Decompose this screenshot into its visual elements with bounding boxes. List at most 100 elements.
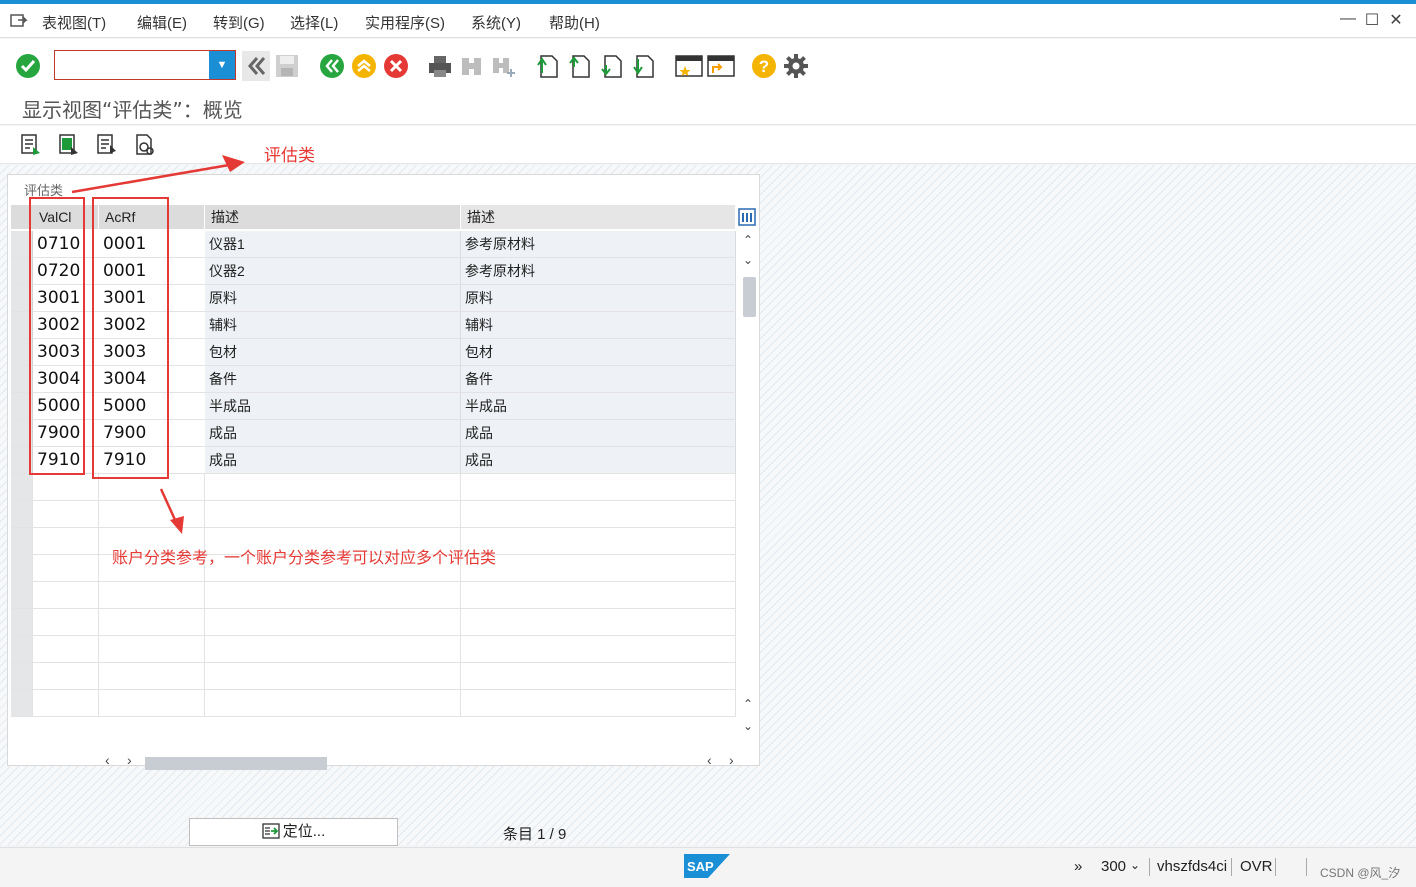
vertical-scrollbar[interactable]: ⌃ ⌄ ⌃ ⌄ xyxy=(741,231,757,743)
prev-page-icon[interactable] xyxy=(567,53,593,79)
cell-desc2[interactable]: 包材 xyxy=(461,339,736,366)
empty-cell xyxy=(11,582,33,609)
help-icon[interactable]: ? xyxy=(751,53,777,79)
scroll-page-down-icon[interactable]: ⌄ xyxy=(743,719,753,733)
svg-text:?: ? xyxy=(759,57,769,76)
scroll-far-right-icon[interactable]: › xyxy=(729,752,734,768)
empty-cell xyxy=(205,609,461,636)
column-header-desc1[interactable]: 描述 xyxy=(205,205,461,229)
change-display-icon[interactable] xyxy=(20,133,42,157)
empty-cell xyxy=(99,609,205,636)
scroll-right-icon[interactable]: › xyxy=(127,752,132,768)
svg-text:SAP: SAP xyxy=(687,859,714,874)
cell-desc1[interactable]: 备件 xyxy=(205,366,461,393)
cell-desc2[interactable]: 原料 xyxy=(461,285,736,312)
ok-icon[interactable] xyxy=(15,53,41,79)
save-icon[interactable] xyxy=(274,53,300,79)
horizontal-scrollbar[interactable]: ‹ › ‹ › xyxy=(101,751,741,773)
close-icon[interactable]: ✕ xyxy=(1386,10,1406,30)
menu-selection[interactable]: 选择(L) xyxy=(290,12,338,33)
empty-cell xyxy=(461,690,736,717)
cell-desc2[interactable]: 成品 xyxy=(461,420,736,447)
highlight-acrf-column xyxy=(92,197,169,479)
status-separator xyxy=(1306,858,1307,876)
locate-icon xyxy=(262,823,280,839)
locate-button[interactable]: 定位... xyxy=(189,818,398,846)
menu-help[interactable]: 帮助(H) xyxy=(549,12,600,33)
scroll-left-icon[interactable]: ‹ xyxy=(105,752,110,768)
cell-desc1[interactable]: 仪器1 xyxy=(205,231,461,258)
column-settings-icon[interactable] xyxy=(738,207,756,227)
empty-cell xyxy=(99,663,205,690)
empty-cell xyxy=(461,636,736,663)
find-next-icon[interactable] xyxy=(491,53,517,79)
cell-desc2[interactable]: 辅料 xyxy=(461,312,736,339)
menu-goto[interactable]: 转到(G) xyxy=(213,12,265,33)
menu-edit[interactable]: 编辑(E) xyxy=(137,12,187,33)
empty-cell xyxy=(461,528,736,555)
empty-cell xyxy=(11,609,33,636)
scroll-page-up-icon[interactable]: ⌃ xyxy=(743,697,753,711)
empty-cell xyxy=(205,501,461,528)
empty-cell xyxy=(11,501,33,528)
cell-desc1[interactable]: 成品 xyxy=(205,447,461,474)
scroll-down-icon[interactable]: ⌄ xyxy=(743,253,753,267)
status-separator xyxy=(1149,858,1150,876)
empty-cell xyxy=(33,690,99,717)
cell-desc2[interactable]: 备件 xyxy=(461,366,736,393)
command-input[interactable] xyxy=(58,55,208,75)
back-icon[interactable] xyxy=(319,53,345,79)
chevron-down-icon[interactable]: ▼ xyxy=(209,51,235,79)
status-expand-icon[interactable]: » xyxy=(1074,858,1082,875)
exit-icon[interactable] xyxy=(351,53,377,79)
cell-desc1[interactable]: 成品 xyxy=(205,420,461,447)
menu-table-view[interactable]: 表视图(T) xyxy=(42,12,106,33)
empty-cell xyxy=(33,609,99,636)
scroll-far-left-icon[interactable]: ‹ xyxy=(707,752,712,768)
cell-desc1[interactable]: 仪器2 xyxy=(205,258,461,285)
empty-cell xyxy=(461,663,736,690)
back-all-icon[interactable] xyxy=(242,51,270,81)
find-icon[interactable] xyxy=(459,53,485,79)
annotation-label-account-reference: 账户分类参考，一个账户分类参考可以对应多个评估类 xyxy=(112,548,497,567)
empty-cell xyxy=(461,555,736,582)
cell-desc1[interactable]: 半成品 xyxy=(205,393,461,420)
cell-desc2[interactable]: 参考原材料 xyxy=(461,258,736,285)
cell-desc1[interactable]: 包材 xyxy=(205,339,461,366)
cell-desc1[interactable]: 原料 xyxy=(205,285,461,312)
horizontal-scroll-thumb[interactable] xyxy=(145,757,327,770)
maximize-icon[interactable]: ☐ xyxy=(1362,10,1382,30)
scroll-up-icon[interactable]: ⌃ xyxy=(743,233,753,247)
title-bar: 显示视图“评估类”：概览 xyxy=(0,91,1416,125)
vertical-scroll-thumb[interactable] xyxy=(743,277,756,317)
menu-system[interactable]: 系统(Y) xyxy=(471,12,521,33)
entry-counter: 条目 1 / 9 xyxy=(503,826,567,843)
empty-cell xyxy=(99,636,205,663)
cell-desc2[interactable]: 参考原材料 xyxy=(461,231,736,258)
annotation-arrow-2 xyxy=(159,488,184,534)
cell-desc2[interactable]: 半成品 xyxy=(461,393,736,420)
empty-cell xyxy=(461,501,736,528)
sap-logo: SAP xyxy=(684,854,730,878)
menu-utilities[interactable]: 实用程序(S) xyxy=(365,12,445,33)
next-page-icon[interactable] xyxy=(599,53,625,79)
command-field[interactable]: ▼ xyxy=(54,50,236,80)
empty-cell xyxy=(33,636,99,663)
status-dropdown-icon[interactable]: ⌄ xyxy=(1130,858,1140,872)
menu-icon[interactable] xyxy=(10,13,28,29)
first-page-icon[interactable] xyxy=(535,53,561,79)
empty-cell xyxy=(205,582,461,609)
last-page-icon[interactable] xyxy=(631,53,657,79)
print-icon[interactable] xyxy=(427,53,453,79)
new-session-icon[interactable] xyxy=(675,53,703,79)
status-mode[interactable]: OVR xyxy=(1240,858,1273,875)
column-header-desc2[interactable]: 描述 xyxy=(461,205,736,229)
empty-cell xyxy=(99,501,205,528)
cell-desc2[interactable]: 成品 xyxy=(461,447,736,474)
cancel-icon[interactable] xyxy=(383,53,409,79)
empty-cell xyxy=(11,663,33,690)
settings-icon[interactable] xyxy=(783,53,809,79)
cell-desc1[interactable]: 辅料 xyxy=(205,312,461,339)
minimize-icon[interactable]: — xyxy=(1338,10,1358,28)
shortcut-icon[interactable] xyxy=(707,53,735,79)
